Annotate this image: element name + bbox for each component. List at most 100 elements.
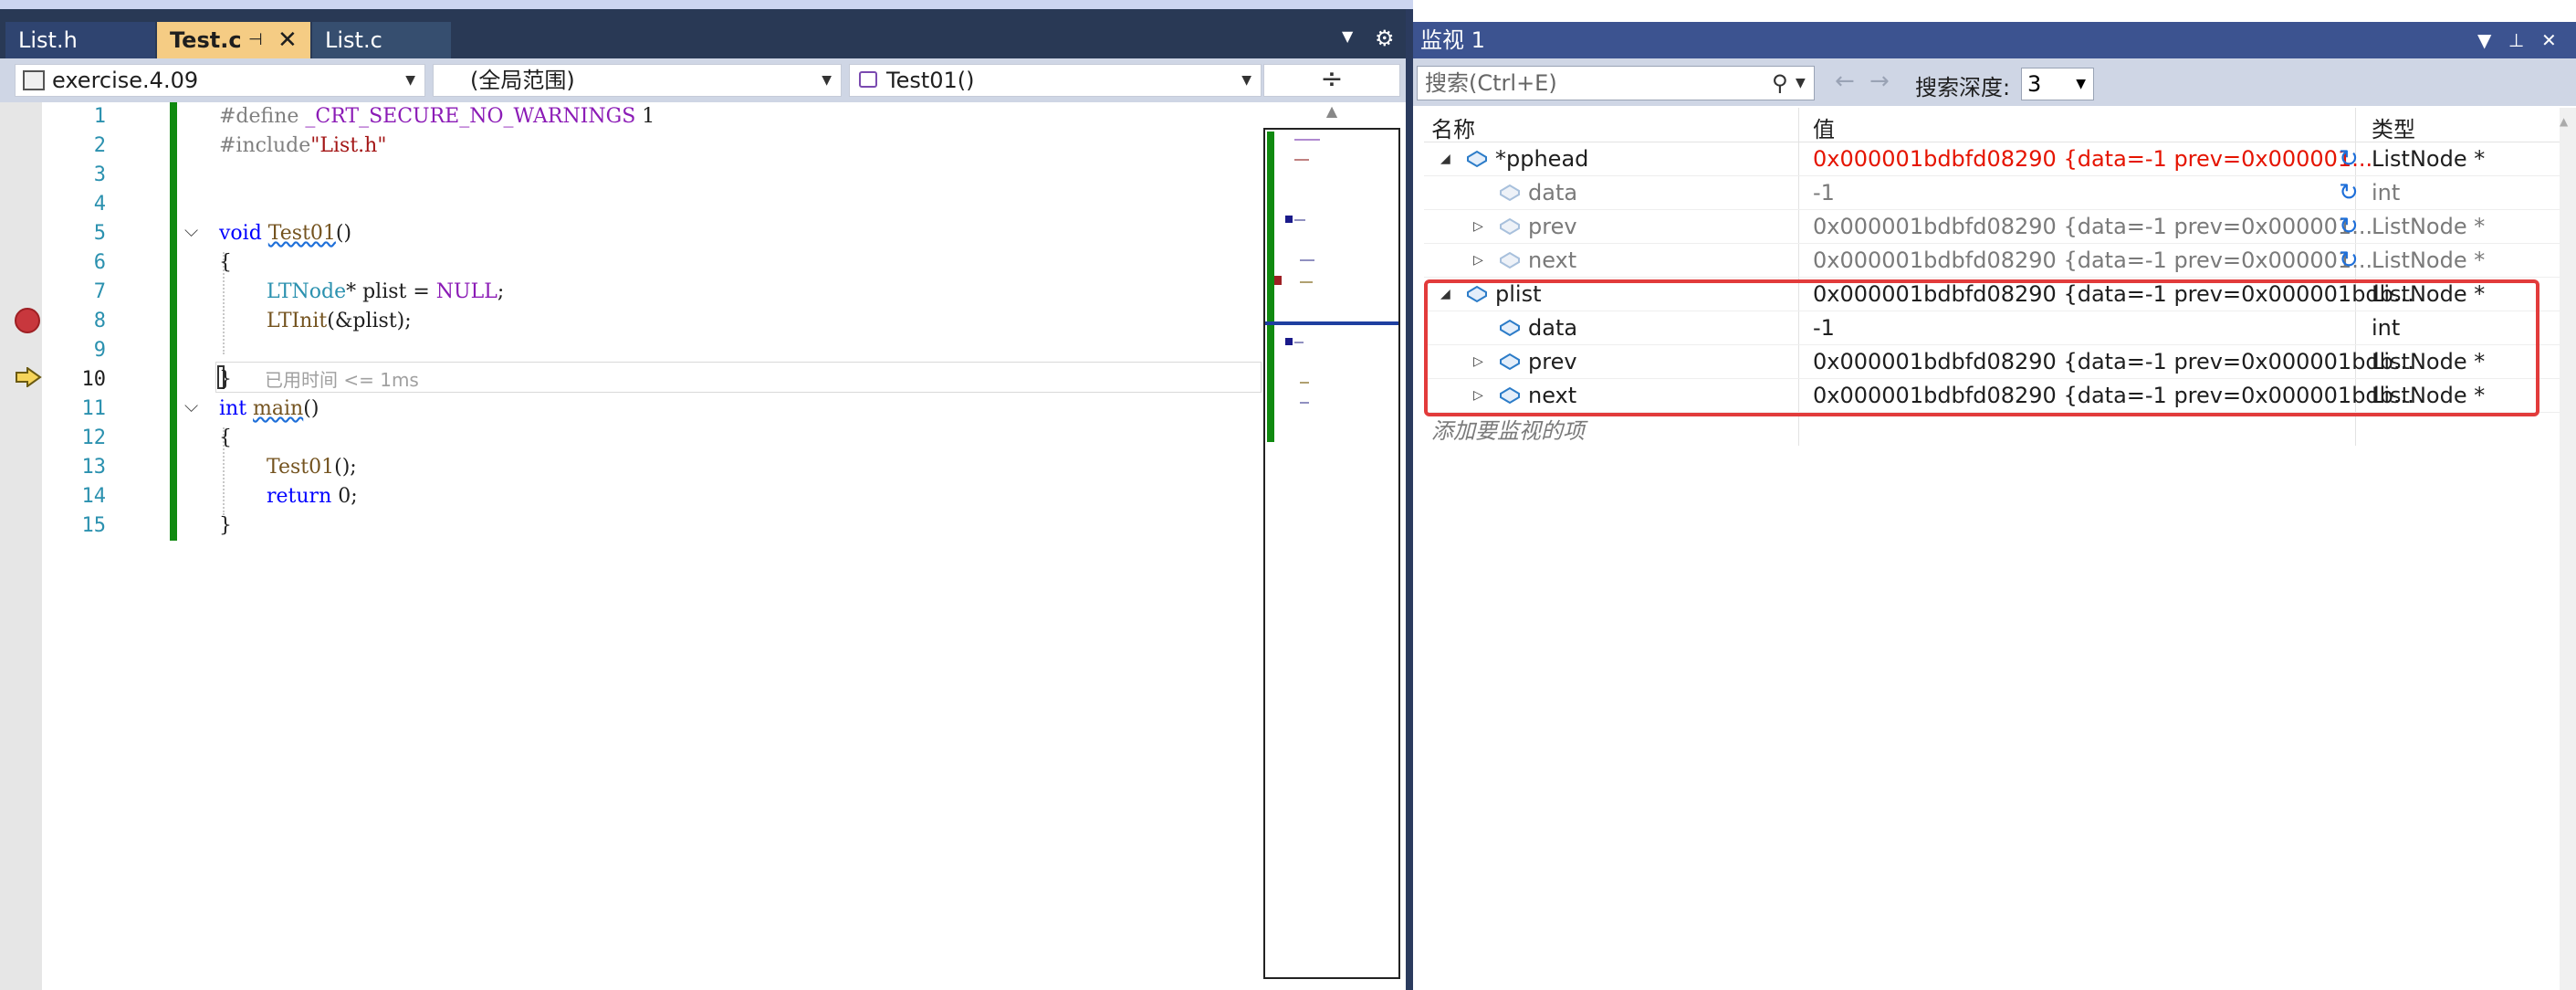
perf-tip-elapsed[interactable]: 已用时间 <= 1ms xyxy=(265,365,419,392)
tab-test-c[interactable]: Test.c ⊣ ✕ xyxy=(157,22,310,58)
line-number: 4 xyxy=(93,193,106,216)
brace: { xyxy=(219,427,232,449)
code-text: ; xyxy=(497,280,505,303)
watch-name: prev xyxy=(1528,214,1577,239)
watch-window: 监视 1 ▼ ⊥ ✕ 搜索(Ctrl+E) ⚲ ▼ ← → 搜索深度: 3 ▼ … xyxy=(1413,0,2576,990)
window-dropdown-icon[interactable]: ▼ xyxy=(2477,22,2491,58)
search-icon[interactable]: ⚲ xyxy=(1772,67,1788,100)
minimap-viewport-marker[interactable] xyxy=(1265,321,1398,325)
scroll-up-icon[interactable]: ▲ xyxy=(2560,115,2568,128)
watch-row-pphead[interactable]: ◢ *pphead 0x000001bdbfd08290 {data=-1 pr… xyxy=(1424,142,2560,176)
add-watch-item-input[interactable]: 添加要监视的项 xyxy=(1431,413,1585,445)
pin-icon[interactable]: ⊥ xyxy=(2508,22,2524,58)
watch-type: ListNode * xyxy=(2372,214,2486,239)
watch-row-pphead-next[interactable]: ▷ next 0x000001bdbfd08290 {data=-1 prev=… xyxy=(1424,244,2560,278)
code-line-13[interactable]: Test01(); xyxy=(267,453,357,482)
breakpoint-icon[interactable] xyxy=(15,308,40,333)
split-window-button[interactable]: ÷ xyxy=(1263,64,1400,97)
code-line-8[interactable]: LTInit(&plist); xyxy=(267,307,412,336)
column-name[interactable]: 名称 xyxy=(1431,111,1475,143)
preprocessor-directive: #define xyxy=(219,105,299,128)
fold-chevron-icon[interactable]: ⌵ xyxy=(184,219,198,241)
chevron-down-icon[interactable]: ▼ xyxy=(1796,67,1806,100)
project-dropdown[interactable]: exercise.4.09 ▼ xyxy=(15,64,425,97)
watch-row-pphead-prev[interactable]: ▷ prev 0x000001bdbfd08290 {data=-1 prev=… xyxy=(1424,210,2560,244)
scroll-up-icon[interactable]: ▲ xyxy=(1263,102,1400,128)
keyword: void xyxy=(219,222,262,245)
gear-icon[interactable]: ⚙ xyxy=(1375,26,1395,51)
expand-triangle-icon[interactable]: ▷ xyxy=(1473,210,1483,243)
code-line-10[interactable]: } xyxy=(219,365,232,395)
line-number: 5 xyxy=(93,222,106,245)
tab-list-h[interactable]: List.h xyxy=(5,22,155,58)
code-line-1[interactable]: #define _CRT_SECURE_NO_WARNINGS 1 xyxy=(219,102,654,132)
code-line-14[interactable]: return 0; xyxy=(267,482,358,511)
refresh-icon[interactable]: ↻ xyxy=(2339,244,2359,277)
scope-dropdown[interactable]: (全局范围) ▼ xyxy=(433,64,842,97)
minimap-change-bar xyxy=(1267,132,1274,442)
line-number: 11 xyxy=(81,397,107,420)
scope-name: (全局范围) xyxy=(470,68,575,93)
close-icon[interactable]: ✕ xyxy=(2541,22,2557,58)
minimap-breakpoint-marker xyxy=(1274,276,1282,285)
watch-name: next xyxy=(1528,248,1577,273)
function-name: Test01() xyxy=(886,68,975,93)
search-depth-dropdown[interactable]: 3 ▼ xyxy=(2021,68,2094,100)
minimap-line xyxy=(1300,382,1309,384)
brace: } xyxy=(219,514,232,537)
code-line-7[interactable]: LTNode* plist = NULL; xyxy=(267,278,504,307)
field-icon xyxy=(1500,217,1520,236)
pin-icon[interactable]: ⊣ xyxy=(248,22,263,58)
watch-row-pphead-data[interactable]: data -1 ↻ int xyxy=(1424,176,2560,210)
tab-list-c[interactable]: List.c xyxy=(312,22,451,58)
expand-triangle-icon[interactable]: ▷ xyxy=(1473,244,1483,277)
editor-tab-bar: List.h Test.c ⊣ ✕ List.c ▼ ⚙ xyxy=(0,9,1406,58)
watch-title-bar: 监视 1 ▼ ⊥ ✕ xyxy=(1413,22,2576,58)
keyword: int xyxy=(219,397,247,420)
brace: { xyxy=(219,251,232,274)
minimap-marker xyxy=(1285,216,1293,223)
field-icon xyxy=(1500,184,1520,202)
function-dropdown[interactable]: Test01() ▼ xyxy=(849,64,1262,97)
line-number: 6 xyxy=(93,251,106,274)
watch-value[interactable]: -1 xyxy=(1813,176,1835,209)
refresh-icon[interactable]: ↻ xyxy=(2339,142,2359,175)
brace: } xyxy=(219,368,232,391)
minimap-line xyxy=(1294,219,1305,221)
watch-value[interactable]: 0x000001bdbfd08290 {data=-1 prev=0x00000… xyxy=(1813,244,2372,277)
code-text: * plist = xyxy=(346,280,436,303)
tab-label: List.h xyxy=(18,27,78,53)
line-number: 1 xyxy=(93,105,106,128)
chevron-down-icon: ▼ xyxy=(2076,77,2086,91)
vertical-scrollbar[interactable]: ▲ xyxy=(2560,108,2576,990)
column-value[interactable]: 值 xyxy=(1813,111,1835,143)
fold-chevron-icon[interactable]: ⌵ xyxy=(184,395,198,416)
watch-value[interactable]: 0x000001bdbfd08290 {data=-1 prev=0x00000… xyxy=(1813,142,2372,175)
code-line-12[interactable]: { xyxy=(219,424,232,453)
code-line-15[interactable]: } xyxy=(219,511,232,541)
search-input[interactable]: 搜索(Ctrl+E) ⚲ ▼ xyxy=(1417,66,1815,100)
refresh-icon[interactable]: ↻ xyxy=(2339,210,2359,243)
collapse-triangle-icon[interactable]: ◢ xyxy=(1440,142,1450,175)
code-line-5[interactable]: void Test01() xyxy=(219,219,351,248)
indicator-margin[interactable] xyxy=(0,102,42,990)
column-type[interactable]: 类型 xyxy=(2372,111,2415,143)
code-text: (); xyxy=(334,456,357,479)
minimap-line xyxy=(1294,342,1304,343)
execution-pointer-icon[interactable] xyxy=(15,367,42,387)
code-text: (&plist); xyxy=(327,310,412,332)
line-number: 15 xyxy=(81,514,107,537)
code-line-11[interactable]: int main() xyxy=(219,395,319,424)
arrow-left-icon[interactable]: ← xyxy=(1835,68,1855,95)
code-minimap[interactable] xyxy=(1263,128,1400,979)
arrow-right-icon[interactable]: → xyxy=(1869,68,1890,95)
include-path: "List.h" xyxy=(310,134,387,157)
tab-label: Test.c xyxy=(170,27,242,53)
code-line-6[interactable]: { xyxy=(219,248,232,278)
watch-name: data xyxy=(1528,180,1578,205)
code-line-2[interactable]: #include"List.h" xyxy=(219,132,386,161)
close-icon[interactable]: ✕ xyxy=(277,22,298,58)
watch-value[interactable]: 0x000001bdbfd08290 {data=-1 prev=0x00000… xyxy=(1813,210,2372,243)
tab-list-dropdown-icon[interactable]: ▼ xyxy=(1342,27,1353,45)
refresh-icon[interactable]: ↻ xyxy=(2339,176,2359,209)
